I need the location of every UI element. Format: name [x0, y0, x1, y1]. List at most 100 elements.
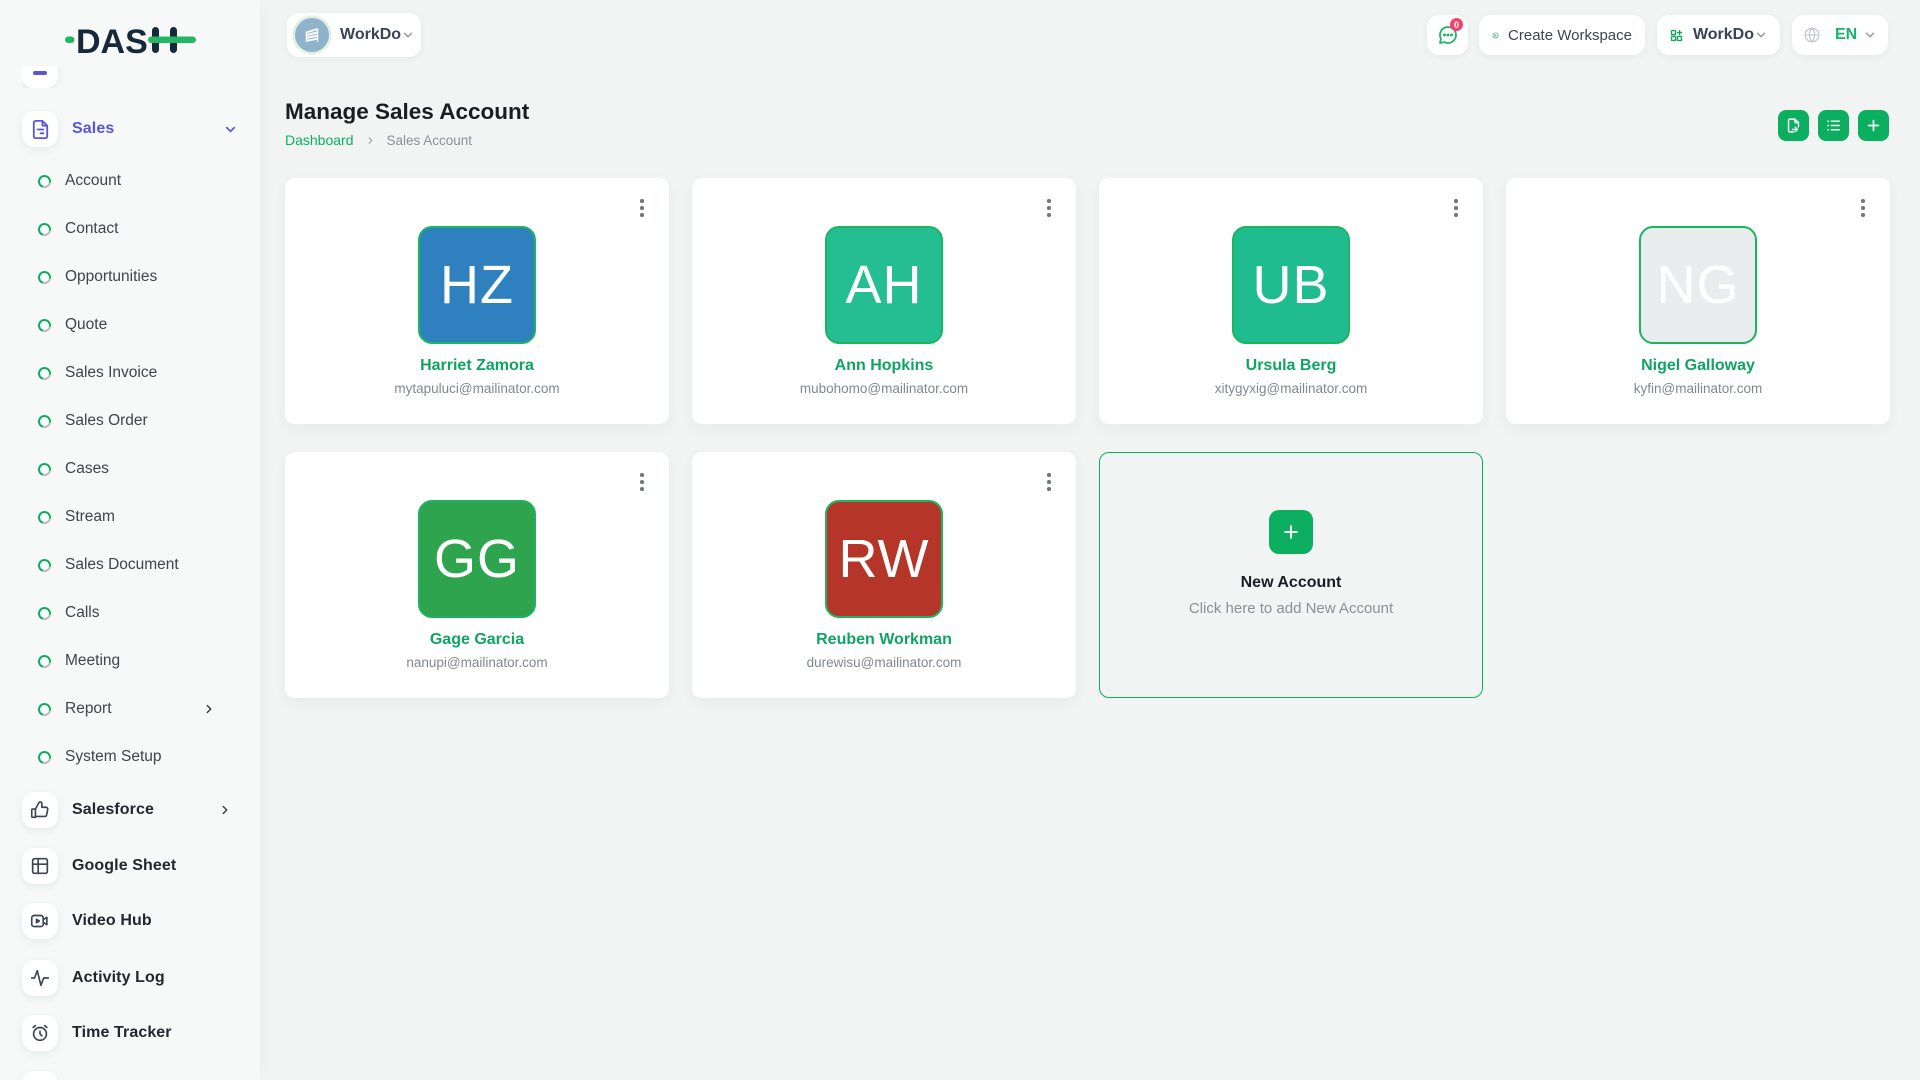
card-menu-button[interactable]: [638, 471, 646, 493]
page-title: Manage Sales Account: [285, 99, 529, 125]
account-name-link[interactable]: Gage Garcia: [430, 631, 524, 649]
sidebar-item-google-sheet[interactable]: Google Sheet: [22, 848, 238, 884]
account-card: NG Nigel Galloway kyfin@mailinator.com: [1506, 178, 1890, 424]
chevron-right-icon: [218, 803, 232, 817]
video-camera-icon: [22, 903, 58, 939]
messages-count-badge: 0: [1450, 18, 1463, 31]
sales-invoice-icon: [22, 111, 58, 147]
account-name-link[interactable]: Ursula Berg: [1246, 357, 1337, 375]
circle-bullet-icon: [38, 175, 51, 188]
list-icon: [1825, 117, 1842, 134]
account-name-link[interactable]: Nigel Galloway: [1641, 357, 1755, 375]
card-menu-button[interactable]: [1859, 197, 1867, 219]
chevron-right-icon: [365, 135, 376, 146]
alarm-clock-icon: [22, 1015, 58, 1051]
workdo-menu-button[interactable]: WorkDo: [1657, 15, 1780, 55]
sidebar-item-partial-bottom[interactable]: [22, 1071, 238, 1080]
partial-menu-icon: [22, 52, 58, 88]
messages-button[interactable]: 0: [1427, 15, 1468, 55]
breadcrumb-current: Sales Account: [387, 133, 473, 148]
breadcrumb-dashboard-link[interactable]: Dashboard: [285, 132, 354, 148]
circle-bullet-icon: [38, 415, 51, 428]
file-export-icon: [1785, 117, 1802, 134]
sidebar-item-contact[interactable]: Contact: [22, 217, 238, 241]
breadcrumb: Dashboard Sales Account: [285, 132, 472, 148]
sidebar-item-activity-log[interactable]: Activity Log: [22, 960, 238, 996]
plus-icon: [1269, 510, 1313, 554]
add-account-button[interactable]: [1858, 110, 1889, 141]
page-actions: [1778, 110, 1889, 141]
account-email: durewisu@mailinator.com: [807, 655, 962, 670]
table-icon: [22, 848, 58, 884]
avatar: AH: [825, 226, 943, 344]
avatar: RW: [825, 500, 943, 618]
account-email: nanupi@mailinator.com: [406, 655, 547, 670]
circle-bullet-icon: [38, 463, 51, 476]
circle-bullet-icon: [38, 319, 51, 332]
sidebar: DAS Sales Account Contact Op: [0, 0, 260, 1080]
sidebar-item-system-setup[interactable]: System Setup: [22, 745, 238, 769]
avatar: HZ: [418, 226, 536, 344]
account-card: RW Reuben Workman durewisu@mailinator.co…: [692, 452, 1076, 698]
sidebar-item-meeting[interactable]: Meeting: [22, 649, 238, 673]
account-email: mubohomo@mailinator.com: [800, 381, 968, 396]
card-menu-button[interactable]: [1045, 197, 1053, 219]
sidebar-item-stream[interactable]: Stream: [22, 505, 238, 529]
new-account-subtitle: Click here to add New Account: [1189, 600, 1393, 617]
plus-icon: [1865, 117, 1882, 134]
dash-logo-icon: DAS: [64, 17, 200, 63]
card-menu-button[interactable]: [638, 197, 646, 219]
sidebar-item-video-hub[interactable]: Video Hub: [22, 903, 238, 939]
activity-icon: [22, 960, 58, 996]
account-card: UB Ursula Berg xitygyxig@mailinator.com: [1099, 178, 1483, 424]
avatar: UB: [1232, 226, 1350, 344]
sidebar-item-opportunities[interactable]: Opportunities: [22, 265, 238, 289]
sidebar-item-cases[interactable]: Cases: [22, 457, 238, 481]
sidebar-item-label: Sales: [72, 120, 114, 138]
sidebar-item-quote[interactable]: Quote: [22, 313, 238, 337]
circle-bullet-icon: [38, 223, 51, 236]
sidebar-item-sales-invoice[interactable]: Sales Invoice: [22, 361, 238, 385]
new-account-card[interactable]: New Account Click here to add New Accoun…: [1099, 452, 1483, 698]
export-button[interactable]: [1778, 110, 1809, 141]
avatar: GG: [418, 500, 536, 618]
circle-bullet-icon: [38, 655, 51, 668]
plus-circle-icon: [1492, 26, 1499, 45]
sidebar-item-calls[interactable]: Calls: [22, 601, 238, 625]
partial-menu-icon: [22, 1071, 58, 1080]
card-menu-button[interactable]: [1045, 471, 1053, 493]
account-email: kyfin@mailinator.com: [1634, 381, 1763, 396]
chevron-down-icon: [1863, 28, 1877, 42]
account-name-link[interactable]: Harriet Zamora: [420, 357, 534, 375]
circle-bullet-icon: [38, 751, 51, 764]
thumb-up-icon: [22, 792, 58, 828]
language-code: EN: [1835, 26, 1857, 44]
sidebar-item-account[interactable]: Account: [22, 169, 238, 193]
account-name-link[interactable]: Ann Hopkins: [835, 357, 934, 375]
language-selector[interactable]: EN: [1792, 15, 1888, 55]
sidebar-item-sales[interactable]: Sales: [22, 111, 238, 147]
circle-bullet-icon: [38, 511, 51, 524]
globe-icon: [1803, 26, 1821, 44]
sidebar-item-sales-document[interactable]: Sales Document: [22, 553, 238, 577]
account-email: xitygyxig@mailinator.com: [1215, 381, 1368, 396]
sidebar-item-time-tracker[interactable]: Time Tracker: [22, 1015, 238, 1051]
svg-text:DAS: DAS: [76, 23, 148, 61]
sidebar-item-sales-order[interactable]: Sales Order: [22, 409, 238, 433]
chevron-right-icon: [202, 702, 216, 716]
sidebar-item-salesforce[interactable]: Salesforce: [22, 792, 238, 828]
new-account-title: New Account: [1241, 574, 1342, 592]
chevron-down-icon: [1754, 28, 1768, 42]
list-view-button[interactable]: [1818, 110, 1849, 141]
app-logo[interactable]: DAS: [64, 17, 200, 68]
circle-bullet-icon: [38, 607, 51, 620]
accounts-grid: HZ Harriet Zamora mytapuluci@mailinator.…: [285, 178, 1890, 698]
workspace-selector[interactable]: WorkDo: [287, 13, 421, 57]
account-card: AH Ann Hopkins mubohomo@mailinator.com: [692, 178, 1076, 424]
account-name-link[interactable]: Reuben Workman: [816, 631, 952, 649]
workspace-avatar: [295, 18, 329, 52]
card-menu-button[interactable]: [1452, 197, 1460, 219]
create-workspace-button[interactable]: Create Workspace: [1479, 15, 1645, 55]
apps-grid-icon: [1669, 27, 1684, 44]
sidebar-item-report[interactable]: Report: [22, 697, 238, 721]
